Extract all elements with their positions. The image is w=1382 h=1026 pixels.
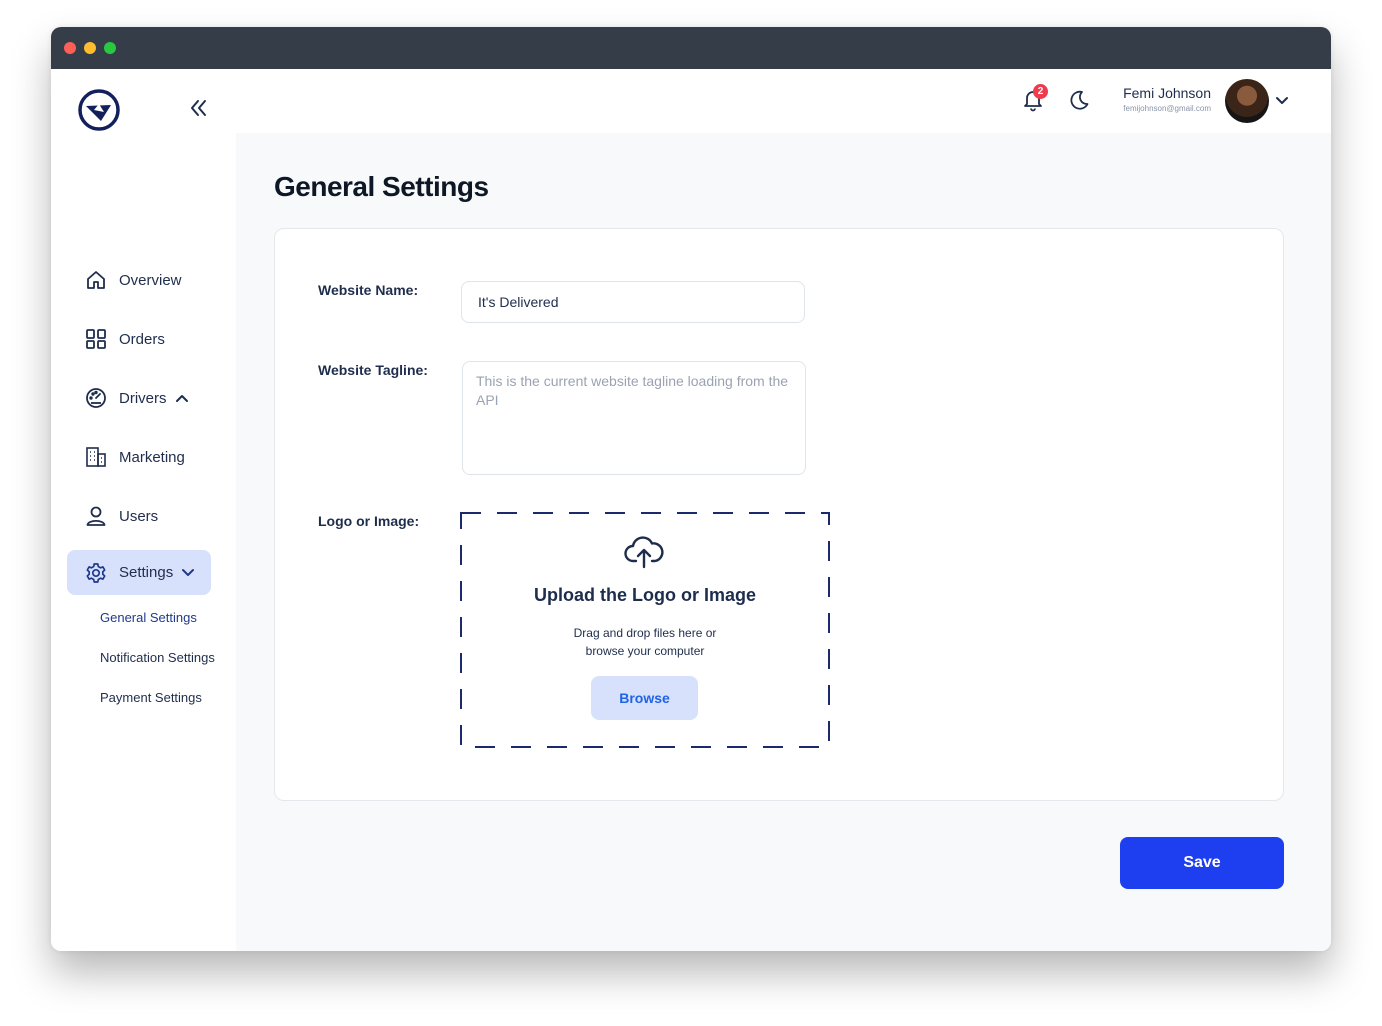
website-tagline-textarea[interactable]: This is the current website tagline load…: [462, 361, 806, 475]
user-email: femijohnson@gmail.com: [1123, 104, 1211, 113]
sidebar: Overview Orders Drivers Marketing Users …: [51, 69, 236, 951]
sidebar-item-label: Users: [119, 507, 159, 525]
home-icon: [85, 269, 107, 291]
upload-dropzone[interactable]: Upload the Logo or Image Drag and drop f…: [460, 512, 830, 748]
moon-icon[interactable]: [1068, 89, 1090, 111]
sidebar-item-orders[interactable]: Orders: [67, 317, 211, 361]
sidebar-item-label: Settings: [119, 564, 174, 581]
cloud-upload-icon: [624, 536, 664, 569]
main-content: General Settings Website Name: It's Deli…: [236, 133, 1331, 951]
chevron-down-icon[interactable]: [1274, 93, 1290, 109]
website-tagline-label: Website Tagline:: [318, 362, 428, 378]
website-name-input[interactable]: It's Delivered: [461, 281, 805, 323]
user-icon: [85, 505, 107, 527]
top-bar: 2 Femi Johnson femijohnson@gmail.com: [236, 69, 1331, 133]
user-name: Femi Johnson: [1123, 85, 1211, 101]
browse-button[interactable]: Browse: [591, 676, 698, 720]
speedometer-icon: [85, 387, 107, 409]
sidebar-item-label: Marketing: [119, 448, 185, 466]
upload-title: Upload the Logo or Image: [533, 585, 756, 605]
submenu-general-settings[interactable]: General Settings: [100, 610, 197, 625]
chevron-up-icon[interactable]: [175, 391, 189, 405]
sidebar-item-label: Drivers: [119, 389, 167, 407]
page-title: General Settings: [274, 171, 489, 202]
gear-icon: [85, 562, 107, 584]
notification-badge: 2: [1033, 84, 1048, 99]
settings-card: Website Name: It's Delivered Website Tag…: [274, 228, 1284, 801]
building-icon: [85, 446, 107, 468]
collapse-sidebar-icon[interactable]: [189, 96, 209, 120]
chevron-down-icon[interactable]: [181, 566, 195, 580]
window-close-button[interactable]: [64, 42, 76, 54]
submenu-payment-settings[interactable]: Payment Settings: [100, 690, 202, 705]
save-button[interactable]: Save: [1120, 837, 1284, 889]
window-maximize-button[interactable]: [104, 42, 116, 54]
brand-logo-icon[interactable]: [77, 88, 121, 132]
window-titlebar: [51, 27, 1331, 69]
sidebar-item-overview[interactable]: Overview: [67, 258, 211, 302]
sidebar-item-label: Overview: [119, 271, 182, 289]
upload-instruction-line2: browse your computer: [585, 644, 705, 658]
logo-image-label: Logo or Image:: [318, 513, 420, 529]
grid-icon: [85, 328, 107, 350]
sidebar-item-drivers[interactable]: Drivers: [67, 376, 211, 420]
sidebar-item-settings[interactable]: Settings: [67, 550, 211, 595]
submenu-notification-settings[interactable]: Notification Settings: [100, 650, 215, 665]
avatar[interactable]: [1225, 79, 1269, 123]
website-name-label: Website Name:: [318, 282, 419, 298]
sidebar-item-marketing[interactable]: Marketing: [67, 435, 211, 479]
window-minimize-button[interactable]: [84, 42, 96, 54]
sidebar-item-label: Orders: [119, 330, 165, 348]
upload-instruction-line1: Drag and drop files here or: [573, 626, 717, 640]
app-window: Overview Orders Drivers Marketing Users …: [51, 27, 1331, 951]
sidebar-item-users[interactable]: Users: [67, 494, 211, 538]
